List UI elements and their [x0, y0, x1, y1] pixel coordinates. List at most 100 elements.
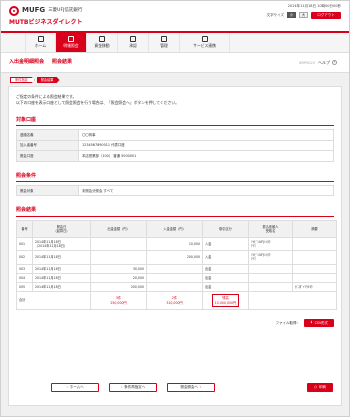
column-header: 出金金額（円） — [90, 219, 147, 238]
file-label: ファイル取得： — [275, 320, 301, 325]
table-value: 1234567890011 代表口座 — [78, 139, 334, 152]
table-cell: 2014年11月18日 — [32, 263, 91, 274]
chevron-left-icon: ‹ — [66, 385, 68, 390]
nav-label: 承認 — [129, 43, 137, 49]
table-value: 未照会分照会 すべて — [78, 184, 334, 197]
font-size-small-button[interactable]: 小 — [287, 12, 296, 19]
table-cell: 2014年11月18日 （2014年11月18日） — [32, 236, 91, 252]
screen-id: BRP0020 — [299, 61, 315, 65]
condition-respecify-button[interactable]: ‹ 条件再指定へ — [109, 383, 157, 392]
nav-item-service-link[interactable]: サービス連携 — [180, 33, 230, 52]
table-header-row: 番号 照会日 （起算日） 出金金額（円） 入金金額（円） 取引区分 振込依頼人 … — [16, 219, 337, 238]
table-cell: ｶﾞｽﾀﾞｲﾄｳｷﾖｳ — [292, 281, 337, 293]
table-cell: 出金 — [202, 272, 249, 283]
table-key: 照会口座 — [16, 150, 79, 162]
action-buttons: ‹ ホームへ ‹ 条件再指定へ 照会照会へ › ⎙ 印刷 — [51, 383, 333, 392]
table-cell: 30,000 — [90, 263, 147, 274]
font-size-large-button[interactable]: 大 — [299, 12, 308, 19]
column-header: 照会日 （起算日） — [32, 219, 91, 238]
table-cell: 003 — [16, 263, 33, 274]
table-row: 003 2014年11月18日 30,000 出金 — [16, 263, 337, 274]
table-cell — [90, 236, 147, 252]
button-label: ホームへ — [69, 385, 84, 390]
total-cell: 合計 — [16, 291, 91, 310]
nav-label: サービス連携 — [193, 43, 216, 49]
last-login: 2014年11月18日 10時00分00秒 — [287, 4, 341, 8]
table-cell: 入金 — [202, 236, 249, 252]
approve-icon — [130, 36, 136, 43]
nav-label: 明細照会 — [63, 43, 79, 49]
content-area: 条件指定 照会結果 ご指定の条件による照会結果です。 以下の口座を表示口座として… — [1, 73, 349, 416]
total-cell: 残高 10,000,000円 — [202, 291, 249, 310]
document-icon — [68, 36, 74, 43]
result-table: 番号 照会日 （起算日） 出金金額（円） 入金金額（円） 取引区分 振込依頼人 … — [16, 219, 337, 310]
main-nav: ホーム 明細照会 資金移動 承認 管理 サービス連携 — [1, 31, 349, 53]
result-panel: ご指定の条件による照会結果です。 以下の口座を表示口座として照会照会を行う場合は… — [8, 86, 342, 406]
app-window: MUFG 三菱UFJ信託銀行 MUTBビジネスダイレクト 2014年11月18日… — [0, 0, 350, 417]
service-name: MUTBビジネスダイレクト — [9, 19, 83, 26]
header-controls: 文字サイズ 小 大 ログアウト — [267, 11, 341, 19]
table-value: 〇〇商事 — [78, 129, 334, 141]
button-label: 照会照会へ — [180, 385, 199, 390]
table-row: 002 2014年11月18日 200,000 入金 ﾐﾂﾋﾞｼUFJｼﾝﾀｸ ｱﾘﾏ — [16, 250, 337, 265]
step-result: 照会結果 — [36, 77, 60, 83]
total-row: 合計 3件 250,000円 2件 310,000円 残高 10,000,000円 — [16, 291, 337, 310]
csv-download-button[interactable]: ⬇ CSV形式 — [304, 319, 334, 327]
intro-line: 以下の口座を表示口座として照会照会を行う場合は、「照会照会へ」ボタンを押してくだ… — [16, 99, 179, 105]
table-row: 連絡名義 〇〇商事 — [16, 129, 334, 141]
chevron-left-icon: ‹ — [120, 385, 123, 390]
result-section-title: 照会結果 — [16, 207, 334, 217]
step-condition: 条件指定 — [10, 77, 35, 83]
nav-item-admin[interactable]: 管理 — [149, 33, 180, 52]
page-title: 入出金明細照会 — [9, 59, 45, 66]
printer-icon: ⎙ — [314, 385, 317, 390]
help-icon: ? — [332, 59, 337, 66]
table-cell — [146, 281, 203, 293]
header-tools: 2014年11月18日 10時00分00秒 文字サイズ 小 大 ログアウト — [267, 4, 341, 19]
nav-label: 資金移動 — [94, 43, 110, 49]
table-row: 004 2014年11月18日 20,000 出金 — [16, 272, 337, 283]
column-header: 取引区分 — [202, 219, 249, 238]
logo-text: MUFG — [22, 6, 46, 15]
table-cell: 200,000 — [146, 250, 203, 265]
table-cell — [292, 272, 337, 283]
mufg-logo-icon — [9, 6, 19, 16]
table-key: 連絡名義 — [16, 129, 79, 141]
nav-item-transfer[interactable]: 資金移動 — [87, 33, 118, 52]
table-cell — [248, 281, 293, 293]
account-section-title: 対象口座 — [16, 117, 334, 127]
table-cell: 出金 — [202, 281, 249, 293]
table-cell — [248, 272, 293, 283]
table-cell: ﾐﾂﾋﾞｼUFJｼﾝﾀｸ ｱﾘﾏ — [248, 250, 293, 265]
account-table: 連絡名義 〇〇商事 加入者番号 1234567890011 代表口座 照会口座 … — [16, 129, 334, 162]
table-cell: 200,000 — [90, 281, 147, 293]
home-icon — [37, 36, 44, 43]
balance-amount: 10,000,000円 — [214, 300, 237, 305]
total-in-amount: 310,000円 — [166, 300, 183, 305]
nav-label: ホーム — [34, 43, 47, 49]
table-cell: 20,000 — [90, 272, 147, 283]
download-icon: ⬇ — [310, 320, 313, 325]
table-cell: 2014年11月18日 — [32, 272, 91, 283]
nav-item-home[interactable]: ホーム — [25, 33, 56, 52]
total-cell: 2件 310,000円 — [146, 291, 203, 310]
intro-text: ご指定の条件による照会結果です。 以下の口座を表示口座として照会照会を行う場合は… — [16, 94, 334, 106]
table-row: 照会口座 本店営業部（100） 普通 5000001 — [16, 150, 334, 162]
column-header: 摘要 — [292, 219, 337, 238]
table-key: 加入者番号 — [16, 139, 79, 152]
print-button[interactable]: ⎙ 印刷 — [307, 383, 333, 392]
logout-button[interactable]: ログアウト — [311, 11, 341, 19]
total-cell — [248, 291, 337, 310]
condition-table: 照会対象 未照会分照会 すべて — [16, 184, 334, 197]
balance-box: 残高 10,000,000円 — [211, 294, 240, 307]
inquiry-button[interactable]: 照会照会へ › — [167, 383, 215, 392]
table-cell — [90, 250, 147, 265]
home-button[interactable]: ‹ ホームへ — [51, 383, 99, 392]
link-icon — [201, 36, 208, 43]
table-cell: 2014年11月18日 — [32, 250, 91, 265]
nav-item-statement[interactable]: 明細照会 — [56, 33, 87, 52]
nav-item-approve[interactable]: 承認 — [118, 33, 149, 52]
table-cell — [146, 272, 203, 283]
help-link[interactable]: ヘルプ ? — [318, 59, 337, 66]
table-key: 照会対象 — [16, 184, 79, 197]
